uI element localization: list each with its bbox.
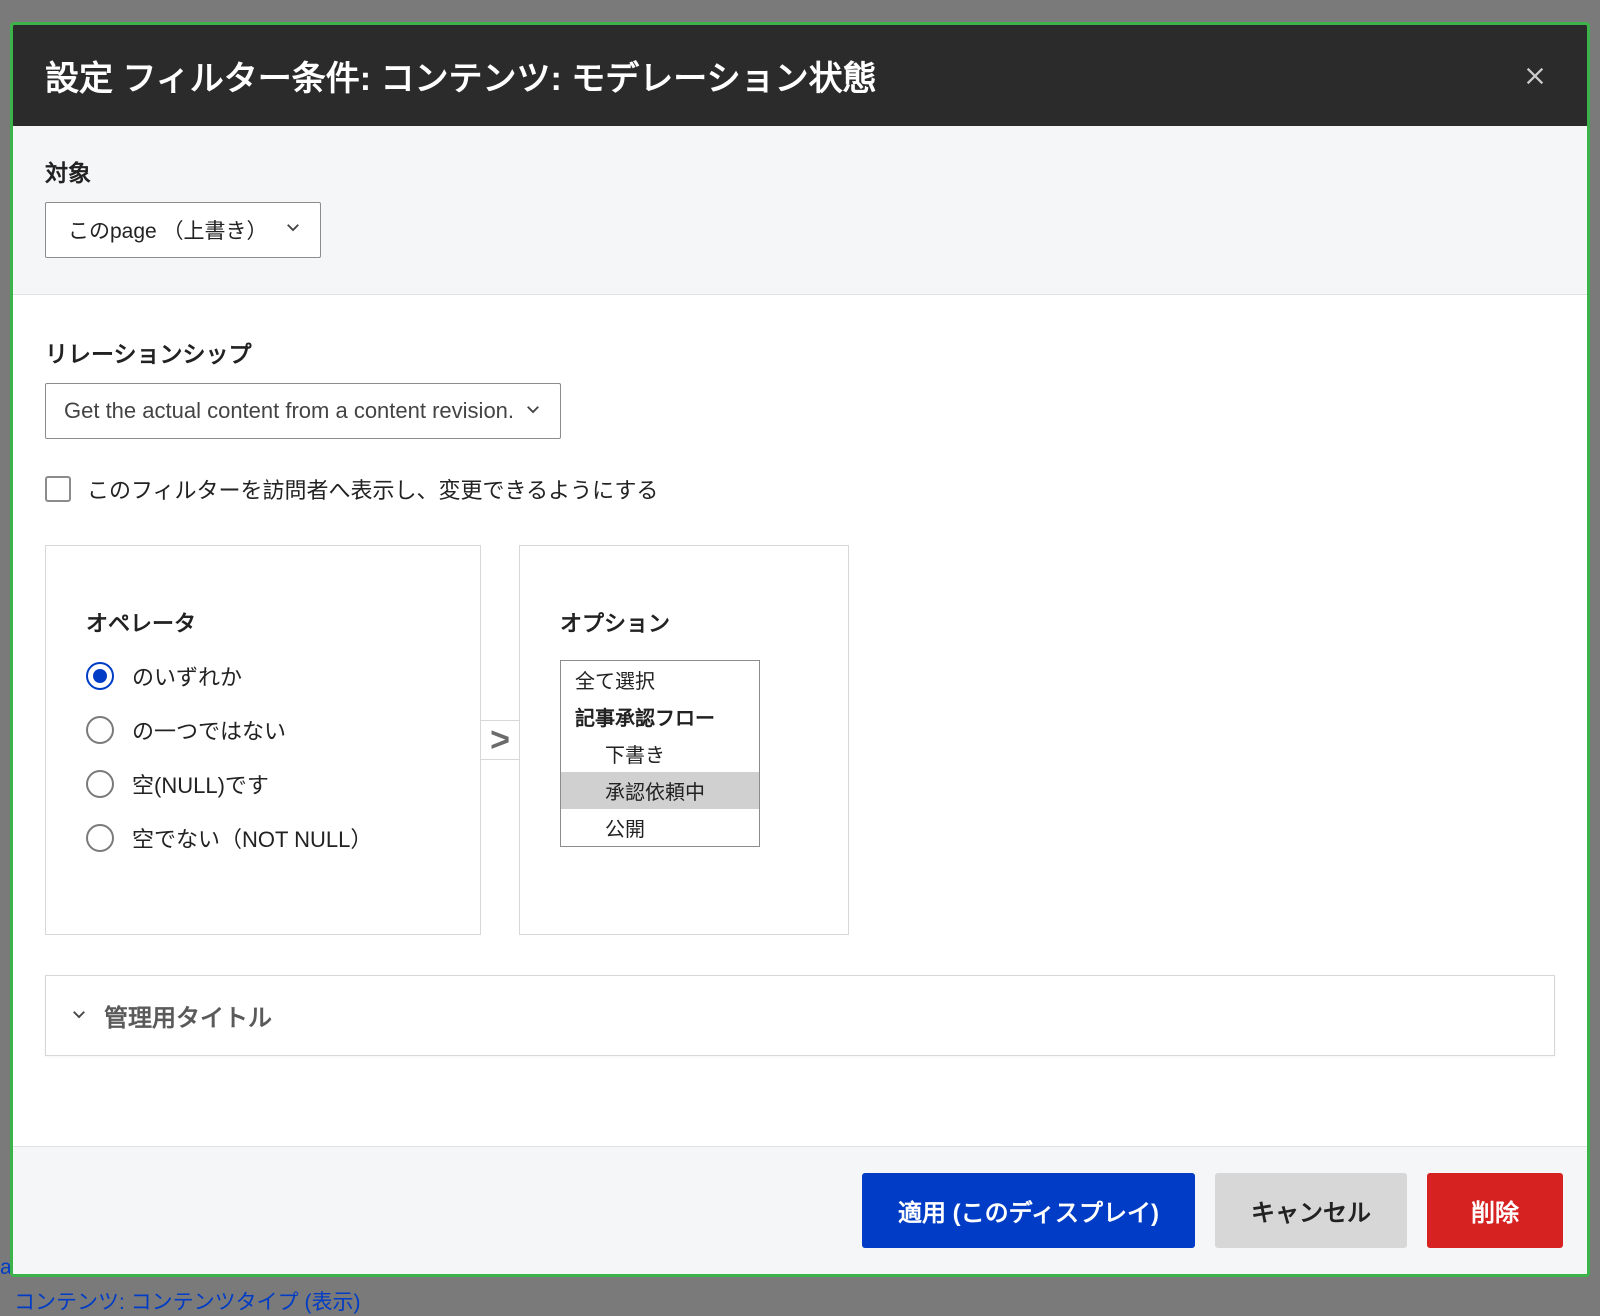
operator-label: オペレータ — [86, 606, 440, 638]
relationship-label: リレーションシップ — [45, 335, 1555, 369]
radio-label: 空(NULL)です — [132, 768, 269, 800]
close-icon — [1524, 65, 1546, 87]
close-button[interactable] — [1515, 56, 1555, 96]
modal-body: リレーションシップ Get the actual content from a … — [13, 295, 1587, 1146]
operator-radio-not-null[interactable]: 空でない（NOT NULL） — [86, 822, 440, 854]
apply-button[interactable]: 適用 (このディスプレイ) — [862, 1173, 1195, 1248]
admin-title-label: 管理用タイトル — [104, 998, 272, 1033]
operator-radio-one-of[interactable]: のいずれか — [86, 660, 440, 692]
radio-input[interactable] — [86, 770, 114, 798]
modal-header: 設定 フィルター条件: コンテンツ: モデレーション状態 — [13, 25, 1587, 126]
for-select[interactable]: このpage （上書き） — [45, 202, 321, 258]
options-label: オプション — [560, 606, 818, 638]
for-section: 対象 このpage （上書き） — [13, 126, 1587, 295]
radio-label: のいずれか — [132, 660, 242, 692]
operator-radio-null[interactable]: 空(NULL)です — [86, 768, 440, 800]
option-select-all[interactable]: 全て選択 — [561, 661, 759, 698]
chevron-down-icon — [284, 218, 302, 242]
operator-options-row: オペレータ のいずれか の一つではない 空(NULL)です 空でない（NOT N… — [45, 545, 1555, 935]
panel-collapse-toggle[interactable]: > — [480, 720, 520, 760]
options-listbox[interactable]: 全て選択 記事承認フロー 下書き 承認依頼中 公開 — [560, 660, 760, 847]
radio-input[interactable] — [86, 662, 114, 690]
option-item-published[interactable]: 公開 — [561, 809, 759, 846]
expose-filter-label: このフィルターを訪問者へ表示し、変更できるようにする — [87, 473, 658, 505]
for-select-value: このpage （上書き） — [68, 215, 268, 245]
expose-filter-checkbox[interactable] — [45, 476, 71, 502]
cancel-button[interactable]: キャンセル — [1215, 1173, 1407, 1248]
modal-dialog: 設定 フィルター条件: コンテンツ: モデレーション状態 対象 このpage （… — [10, 22, 1590, 1277]
relationship-value: Get the actual content from a content re… — [64, 398, 514, 424]
remove-button[interactable]: 削除 — [1427, 1173, 1563, 1248]
options-panel: オプション 全て選択 記事承認フロー 下書き 承認依頼中 公開 — [519, 545, 849, 935]
operator-radio-not-one-of[interactable]: の一つではない — [86, 714, 440, 746]
option-group-label: 記事承認フロー — [561, 698, 759, 735]
operator-panel: オペレータ のいずれか の一つではない 空(NULL)です 空でない（NOT N… — [45, 545, 481, 935]
chevron-down-icon — [70, 1003, 88, 1029]
background-link-2[interactable]: コンテンツ: コンテンツタイプ (表示) — [14, 1286, 361, 1316]
relationship-select[interactable]: Get the actual content from a content re… — [45, 383, 561, 439]
modal-footer: 適用 (このディスプレイ) キャンセル 削除 — [13, 1146, 1587, 1274]
radio-input[interactable] — [86, 824, 114, 852]
radio-input[interactable] — [86, 716, 114, 744]
radio-label: 空でない（NOT NULL） — [132, 822, 372, 854]
radio-label: の一つではない — [132, 714, 286, 746]
option-item-draft[interactable]: 下書き — [561, 735, 759, 772]
admin-title-toggle[interactable]: 管理用タイトル — [45, 975, 1555, 1056]
option-item-review[interactable]: 承認依頼中 — [561, 772, 759, 809]
modal-title: 設定 フィルター条件: コンテンツ: モデレーション状態 — [45, 51, 877, 100]
for-label: 対象 — [45, 154, 1555, 188]
chevron-down-icon — [524, 398, 542, 424]
expose-filter-row[interactable]: このフィルターを訪問者へ表示し、変更できるようにする — [45, 473, 1555, 505]
chevron-right-icon: > — [490, 721, 510, 760]
